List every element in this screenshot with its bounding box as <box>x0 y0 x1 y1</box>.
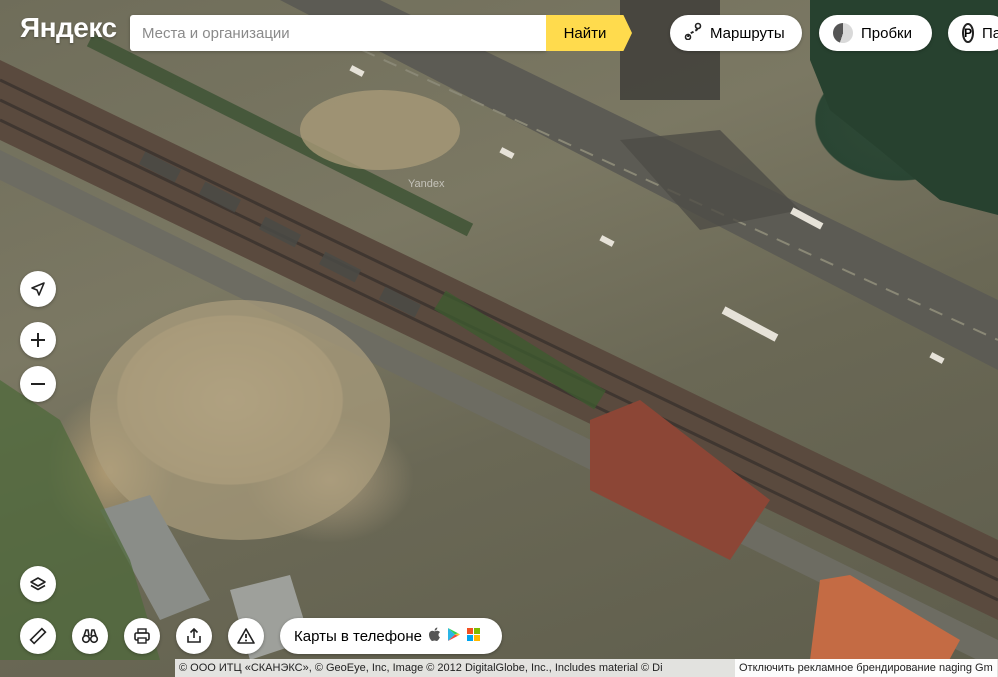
apple-icon <box>428 627 441 646</box>
parking-icon: P <box>962 23 975 43</box>
minus-icon <box>30 376 46 392</box>
locate-button[interactable] <box>20 271 56 307</box>
satellite-map[interactable]: Yandex <box>0 0 998 677</box>
plus-icon <box>30 332 46 348</box>
route-icon <box>684 22 702 44</box>
binoculars-icon <box>81 627 99 645</box>
printer-icon <box>133 627 151 645</box>
windows-icon <box>467 627 480 645</box>
map-imagery <box>0 0 998 677</box>
parking-button[interactable]: P Парковки <box>948 15 998 51</box>
find-button[interactable]: Найти <box>546 15 632 51</box>
search-box <box>130 15 546 51</box>
traffic-icon <box>833 23 853 43</box>
disable-ad-branding-link[interactable]: Отключить рекламное брендирование naging… <box>735 659 997 677</box>
yandex-logo[interactable]: Яндекс <box>20 12 117 44</box>
mobile-app-promo[interactable]: Карты в телефоне <box>280 618 502 654</box>
search-input[interactable] <box>130 15 546 51</box>
print-button[interactable] <box>124 618 160 654</box>
ad-disable-label: Отключить рекламное брендирование <box>739 662 936 674</box>
google-play-icon <box>447 627 461 646</box>
share-button[interactable] <box>176 618 212 654</box>
parking-label: Парковки <box>982 24 998 42</box>
location-arrow-icon <box>29 280 47 298</box>
report-button[interactable] <box>228 618 264 654</box>
ruler-button[interactable] <box>20 618 56 654</box>
copyright-bar: © ООО ИТЦ «СКАНЭКС», © GeoEye, Inc, Imag… <box>175 659 998 677</box>
copyright-tail: naging Gm <box>938 662 993 674</box>
zoom-out-button[interactable] <box>20 366 56 402</box>
layers-icon <box>29 575 47 593</box>
share-icon <box>185 627 203 645</box>
ruler-icon <box>29 627 47 645</box>
routes-button[interactable]: Маршруты <box>670 15 802 51</box>
layers-button[interactable] <box>20 566 56 602</box>
copyright-text: © ООО ИТЦ «СКАНЭКС», © GeoEye, Inc, Imag… <box>179 662 663 674</box>
mobile-app-label: Карты в телефоне <box>294 627 422 645</box>
routes-label: Маршруты <box>710 24 785 42</box>
traffic-label: Пробки <box>861 24 912 42</box>
traffic-button[interactable]: Пробки <box>819 15 932 51</box>
panorama-button[interactable] <box>72 618 108 654</box>
map-watermark: Yandex <box>408 178 445 190</box>
zoom-in-button[interactable] <box>20 322 56 358</box>
warning-icon <box>237 627 255 645</box>
